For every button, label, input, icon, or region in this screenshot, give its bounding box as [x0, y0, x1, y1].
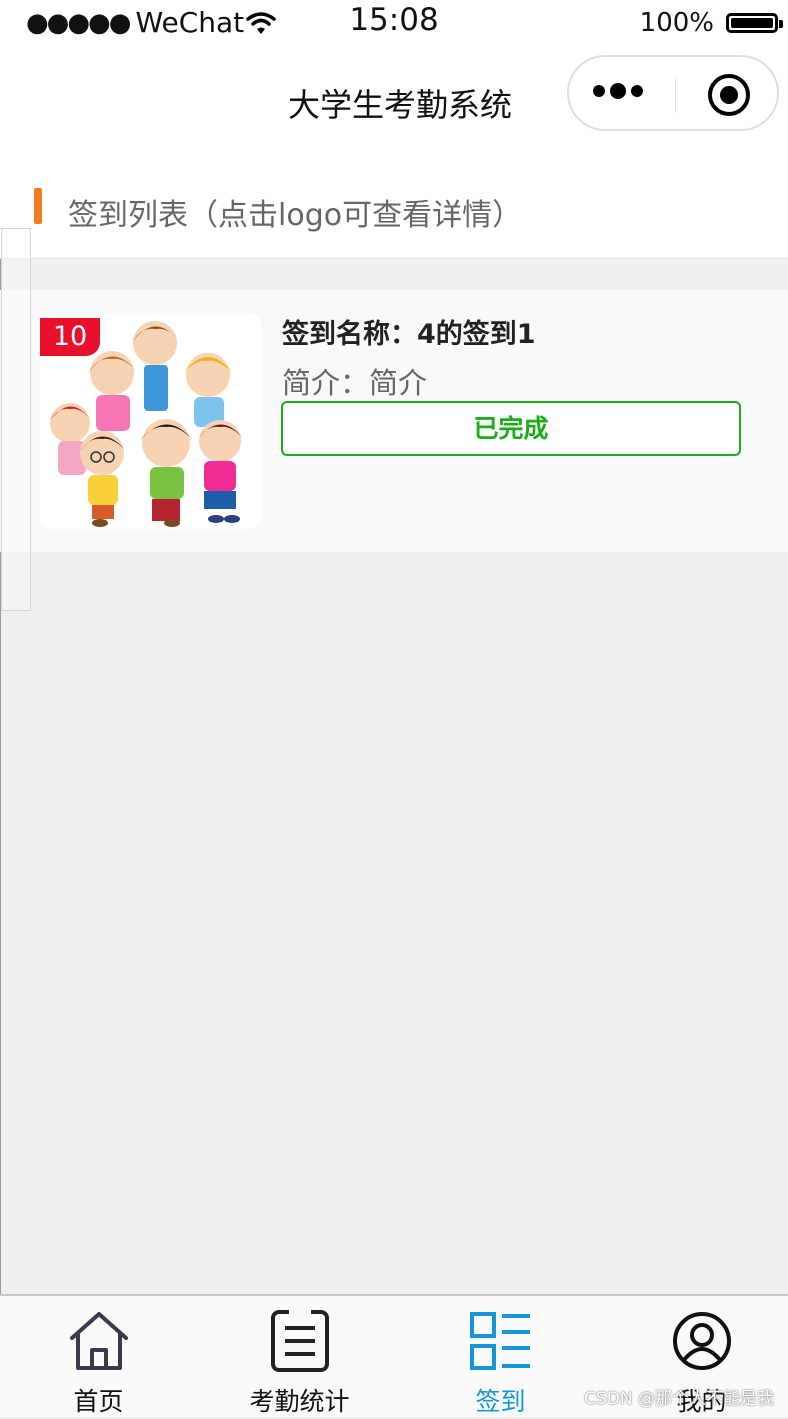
- tab-signin[interactable]: 签到: [402, 1296, 599, 1419]
- checkin-intro: 简介：简介: [282, 366, 428, 400]
- divider: [0, 258, 788, 259]
- csdn-watermark: CSDN @那个人不能是我: [584, 1389, 774, 1409]
- list-document-icon: [270, 1309, 329, 1372]
- signin-grid-icon: [469, 1312, 530, 1370]
- miniprogram-capsule: [567, 55, 779, 131]
- tab-home[interactable]: 首页: [0, 1296, 197, 1419]
- section-title: 签到列表（点击logo可查看详情）: [68, 198, 523, 233]
- status-bar-right: 100%: [639, 8, 783, 38]
- battery-icon: [726, 13, 783, 33]
- more-dots-icon[interactable]: [593, 83, 643, 99]
- home-icon: [69, 1312, 128, 1370]
- section-header: 签到列表（点击logo可查看详情）: [0, 158, 788, 258]
- user-profile-icon: [672, 1312, 731, 1370]
- navigation-bar: 大学生考勤系统: [0, 44, 788, 158]
- tab-label-signin: 签到: [475, 1387, 526, 1416]
- status-bar: ●●●●● WeChat 15:08 100%: [0, 0, 788, 44]
- overlay-edge-panel: [1, 228, 31, 611]
- checkin-count-badge: 10: [40, 318, 100, 356]
- target-circle-icon[interactable]: [708, 74, 750, 116]
- checkin-list-item[interactable]: 签到名称：4的签到1 简介：简介 已完成: [0, 290, 788, 552]
- checkin-status-button[interactable]: 已完成: [281, 401, 741, 456]
- checkin-name: 签到名称：4的签到1: [282, 319, 536, 350]
- tab-label-home: 首页: [73, 1387, 124, 1416]
- tab-label-attendance-stats: 考勤统计: [249, 1387, 350, 1416]
- capsule-divider: [675, 77, 676, 113]
- battery-percent: 100%: [639, 8, 714, 38]
- tab-attendance-stats[interactable]: 考勤统计: [201, 1296, 398, 1419]
- section-accent-bar: [34, 188, 42, 224]
